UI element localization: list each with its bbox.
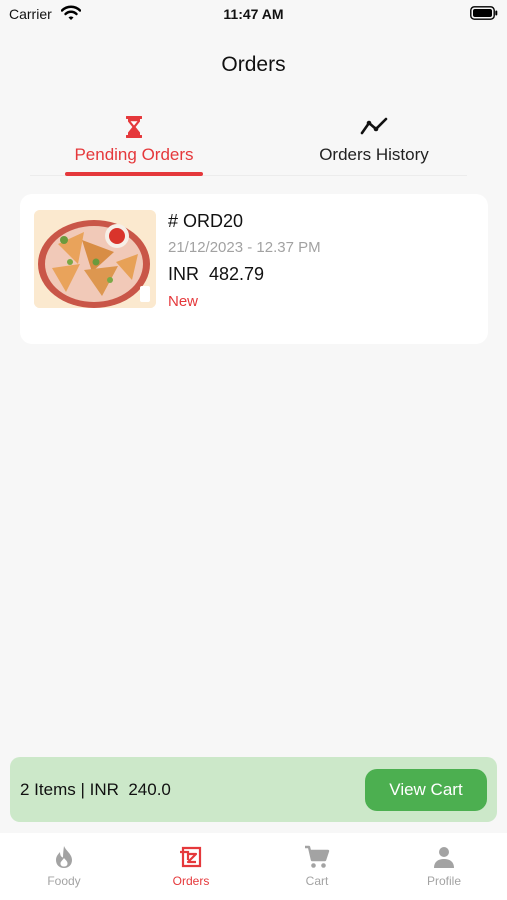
orders-icon: [180, 846, 202, 868]
bottom-nav: Foody Orders Cart Profile: [0, 833, 507, 900]
flame-icon: [56, 846, 72, 868]
person-icon: [434, 847, 454, 868]
order-card[interactable]: # ORD20 21/12/2023 - 12.37 PM INR 482.79…: [20, 194, 488, 344]
trend-line-icon: [360, 117, 388, 135]
order-date: 21/12/2023 - 12.37 PM: [168, 239, 321, 256]
cart-summary-bar: 2 Items | INR 240.0 View Cart: [10, 757, 497, 822]
view-cart-button[interactable]: View Cart: [365, 769, 487, 811]
nav-label-orders: Orders: [172, 874, 210, 888]
page-title: Orders: [221, 53, 286, 76]
cart-summary-text: 2 Items | INR 240.0: [20, 780, 171, 799]
nav-item-profile[interactable]: Profile: [381, 845, 507, 888]
status-bar: Carrier 11:47 AM: [0, 0, 507, 30]
tab-pending-orders-label: Pending Orders: [74, 145, 194, 164]
active-tab-indicator: [65, 172, 203, 176]
nav-item-foody[interactable]: Foody: [1, 845, 127, 888]
order-id: # ORD20: [168, 211, 244, 231]
nav-item-cart[interactable]: Cart: [254, 845, 380, 888]
samosa-plate-image: [34, 210, 156, 308]
order-amount: INR 482.79: [168, 264, 265, 284]
tab-orders-history-label: Orders History: [319, 145, 429, 164]
tab-pending-orders[interactable]: Pending Orders: [34, 115, 234, 165]
hourglass-icon: [126, 116, 142, 138]
cart-icon: [305, 845, 330, 868]
nav-label-profile: Profile: [426, 874, 461, 888]
nav-label-foody: Foody: [47, 874, 81, 888]
status-time: 11:47 AM: [223, 6, 284, 22]
battery-icon: [470, 6, 498, 20]
nav-label-cart: Cart: [305, 874, 329, 888]
tab-orders-history[interactable]: Orders History: [274, 115, 474, 165]
nav-item-orders[interactable]: Orders: [128, 845, 254, 888]
order-status-badge: New: [168, 293, 199, 310]
